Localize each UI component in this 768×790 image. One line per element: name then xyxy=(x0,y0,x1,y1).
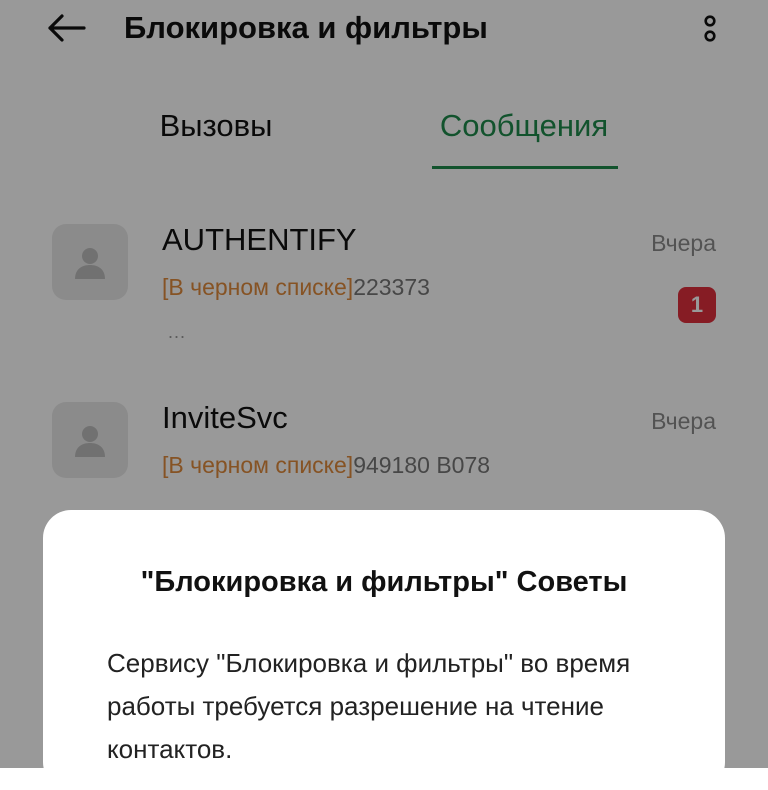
dialog-message: Сервису "Блокировка и фильтры" во время … xyxy=(107,648,631,764)
permission-tips-dialog: "Блокировка и фильтры" Советы Сервису "Б… xyxy=(43,510,725,790)
dialog-title: "Блокировка и фильтры" Советы xyxy=(140,566,628,598)
